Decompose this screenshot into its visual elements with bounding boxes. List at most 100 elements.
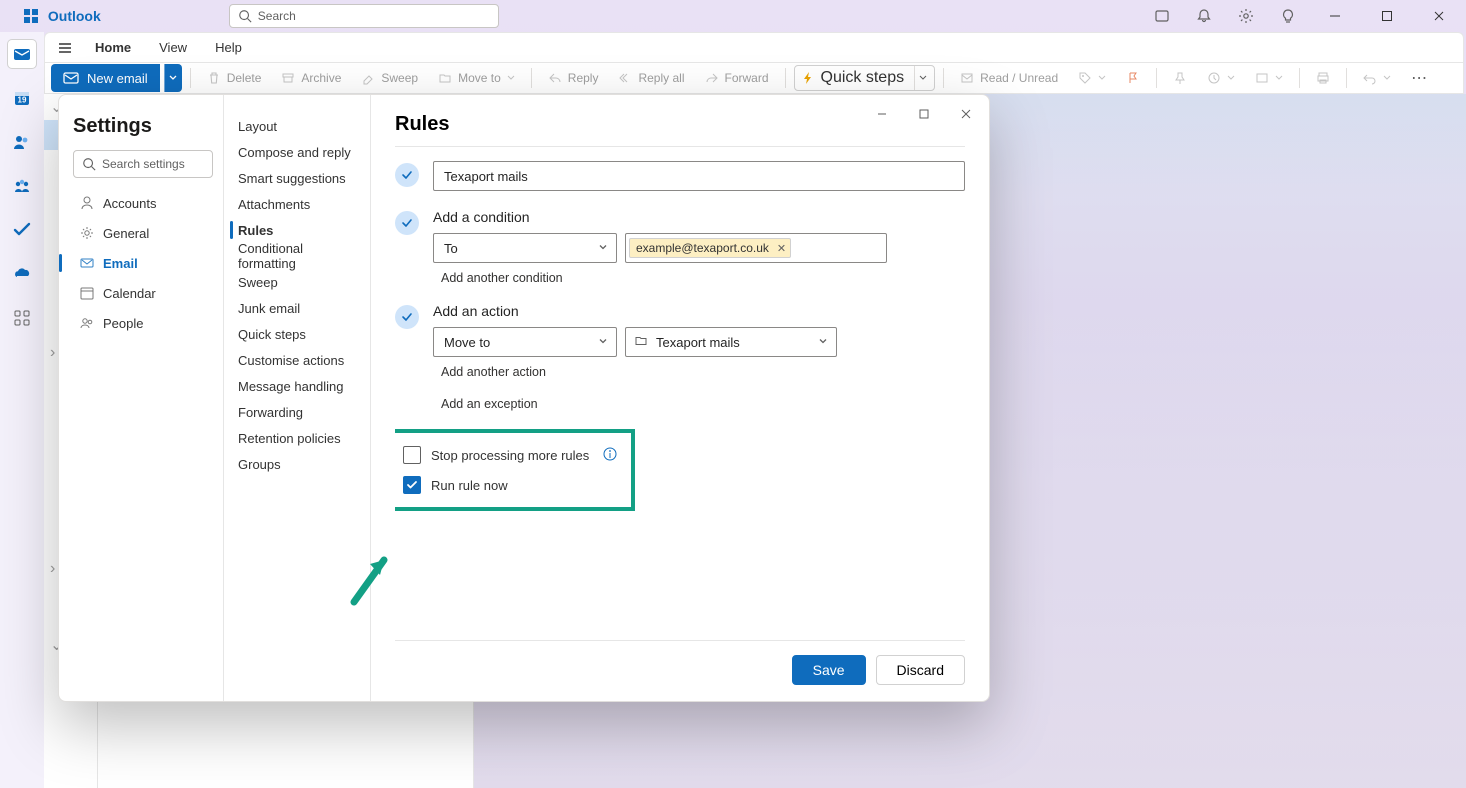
tips-icon[interactable] bbox=[1274, 2, 1302, 30]
tab-help[interactable]: Help bbox=[203, 33, 254, 63]
ribbon-sep bbox=[943, 68, 944, 88]
window-maximize[interactable] bbox=[1368, 0, 1406, 32]
sub-rules[interactable]: Rules bbox=[230, 217, 364, 243]
tab-home-label: Home bbox=[95, 40, 131, 55]
app-todo-icon[interactable] bbox=[8, 216, 36, 244]
sub-conditional[interactable]: Conditional formatting bbox=[230, 243, 364, 269]
dialog-minimize[interactable] bbox=[865, 101, 899, 127]
condition-field-value: To bbox=[444, 241, 458, 256]
move-to-button[interactable]: Move to bbox=[430, 65, 523, 91]
new-email-button[interactable]: New email bbox=[51, 64, 160, 92]
dialog-close[interactable] bbox=[949, 101, 983, 127]
sub-smart[interactable]: Smart suggestions bbox=[230, 165, 364, 191]
quick-steps-button[interactable]: Quick steps bbox=[794, 65, 936, 91]
sub-customise[interactable]: Customise actions bbox=[230, 347, 364, 373]
reply-all-button[interactable]: Reply all bbox=[610, 65, 692, 91]
panel-icon[interactable] bbox=[1148, 2, 1176, 30]
sub-quick-steps[interactable]: Quick steps bbox=[230, 321, 364, 347]
sub-attachments[interactable]: Attachments bbox=[230, 191, 364, 217]
sub-compose[interactable]: Compose and reply bbox=[230, 139, 364, 165]
quick-steps-split[interactable] bbox=[914, 66, 930, 90]
app-mail-icon[interactable] bbox=[8, 40, 36, 68]
run-rule-now-checkbox[interactable] bbox=[403, 476, 421, 494]
window-button[interactable] bbox=[1247, 65, 1291, 91]
hamburger-icon[interactable] bbox=[51, 34, 79, 62]
sub-retention[interactable]: Retention policies bbox=[230, 425, 364, 451]
sub-layout[interactable]: Layout bbox=[230, 113, 364, 139]
archive-button[interactable]: Archive bbox=[273, 65, 349, 91]
action-field-select[interactable]: Move to bbox=[433, 327, 617, 357]
condition-field-select[interactable]: To bbox=[433, 233, 617, 263]
ribbon: New email Delete Archive Sweep Move to R… bbox=[44, 62, 1464, 94]
mail-icon bbox=[63, 70, 79, 86]
settings-detail: Rules Texaport mails Add a condition To bbox=[371, 95, 989, 701]
search-placeholder: Search bbox=[258, 9, 296, 23]
discard-button[interactable]: Discard bbox=[876, 655, 965, 685]
add-another-action[interactable]: Add another action bbox=[441, 365, 965, 379]
print-button[interactable] bbox=[1308, 65, 1338, 91]
sub-junk[interactable]: Junk email bbox=[230, 295, 364, 321]
run-rule-now-label: Run rule now bbox=[431, 478, 508, 493]
sub-message-handling[interactable]: Message handling bbox=[230, 373, 364, 399]
recipient-chip[interactable]: example@texaport.co.uk ✕ bbox=[629, 238, 791, 258]
nav-people-label: People bbox=[103, 316, 143, 331]
action-target-select[interactable]: Texaport mails bbox=[625, 327, 837, 357]
gear-icon[interactable] bbox=[1232, 2, 1260, 30]
settings-search[interactable]: Search settings bbox=[73, 150, 213, 178]
app-groups-icon[interactable] bbox=[8, 172, 36, 200]
app-people-icon[interactable] bbox=[8, 128, 36, 156]
snooze-button[interactable] bbox=[1199, 65, 1243, 91]
add-exception[interactable]: Add an exception bbox=[441, 397, 965, 411]
run-rule-now-row: Run rule now bbox=[403, 473, 617, 497]
tag-button[interactable] bbox=[1070, 65, 1114, 91]
nav-calendar[interactable]: Calendar bbox=[73, 280, 213, 306]
app-more-apps-icon[interactable] bbox=[8, 304, 36, 332]
info-icon[interactable] bbox=[603, 447, 617, 464]
app-brand: Outlook bbox=[24, 8, 101, 24]
chevron-down-icon bbox=[507, 74, 515, 82]
pin-button[interactable] bbox=[1165, 65, 1195, 91]
global-search[interactable]: Search bbox=[229, 4, 499, 28]
chip-remove-icon[interactable]: ✕ bbox=[777, 242, 786, 255]
ribbon-sep bbox=[1156, 68, 1157, 88]
forward-label: Forward bbox=[725, 71, 769, 85]
sweep-button[interactable]: Sweep bbox=[353, 65, 426, 91]
nav-email-label: Email bbox=[103, 256, 138, 271]
dialog-maximize[interactable] bbox=[907, 101, 941, 127]
delete-button[interactable]: Delete bbox=[199, 65, 270, 91]
nav-people[interactable]: People bbox=[73, 310, 213, 336]
nav-accounts[interactable]: Accounts bbox=[73, 190, 213, 216]
bell-icon[interactable] bbox=[1190, 2, 1218, 30]
sub-forwarding[interactable]: Forwarding bbox=[230, 399, 364, 425]
stop-processing-checkbox[interactable] bbox=[403, 446, 421, 464]
app-onedrive-icon[interactable] bbox=[8, 260, 36, 288]
condition-label: Add a condition bbox=[433, 209, 965, 225]
settings-dialog: Settings Search settings Accounts Genera… bbox=[58, 94, 990, 702]
nav-email[interactable]: Email bbox=[73, 250, 213, 276]
save-button[interactable]: Save bbox=[792, 655, 866, 685]
forward-button[interactable]: Forward bbox=[697, 65, 777, 91]
add-another-condition[interactable]: Add another condition bbox=[441, 271, 965, 285]
dialog-window-controls bbox=[865, 101, 983, 127]
tab-view[interactable]: View bbox=[147, 33, 199, 63]
new-email-split[interactable] bbox=[164, 64, 182, 92]
chevron-down-icon bbox=[598, 335, 608, 350]
discard-label: Discard bbox=[897, 662, 944, 678]
undo-button[interactable] bbox=[1355, 65, 1399, 91]
flag-button[interactable] bbox=[1118, 65, 1148, 91]
tab-home[interactable]: Home bbox=[83, 33, 143, 63]
chevron-down-icon bbox=[818, 335, 828, 350]
read-unread-button[interactable]: Read / Unread bbox=[952, 65, 1066, 91]
window-close[interactable] bbox=[1420, 0, 1458, 32]
nav-general[interactable]: General bbox=[73, 220, 213, 246]
rule-name-input[interactable]: Texaport mails bbox=[433, 161, 965, 191]
sub-sweep[interactable]: Sweep bbox=[230, 269, 364, 295]
delete-label: Delete bbox=[227, 71, 262, 85]
window-minimize[interactable] bbox=[1316, 0, 1354, 32]
app-calendar-icon[interactable]: 19 bbox=[8, 84, 36, 112]
sub-groups[interactable]: Groups bbox=[230, 451, 364, 477]
ribbon-more[interactable]: ⋯ bbox=[1403, 65, 1437, 91]
condition-value-input[interactable]: example@texaport.co.uk ✕ bbox=[625, 233, 887, 263]
reply-button[interactable]: Reply bbox=[540, 65, 607, 91]
chevron-down-icon bbox=[598, 241, 608, 256]
